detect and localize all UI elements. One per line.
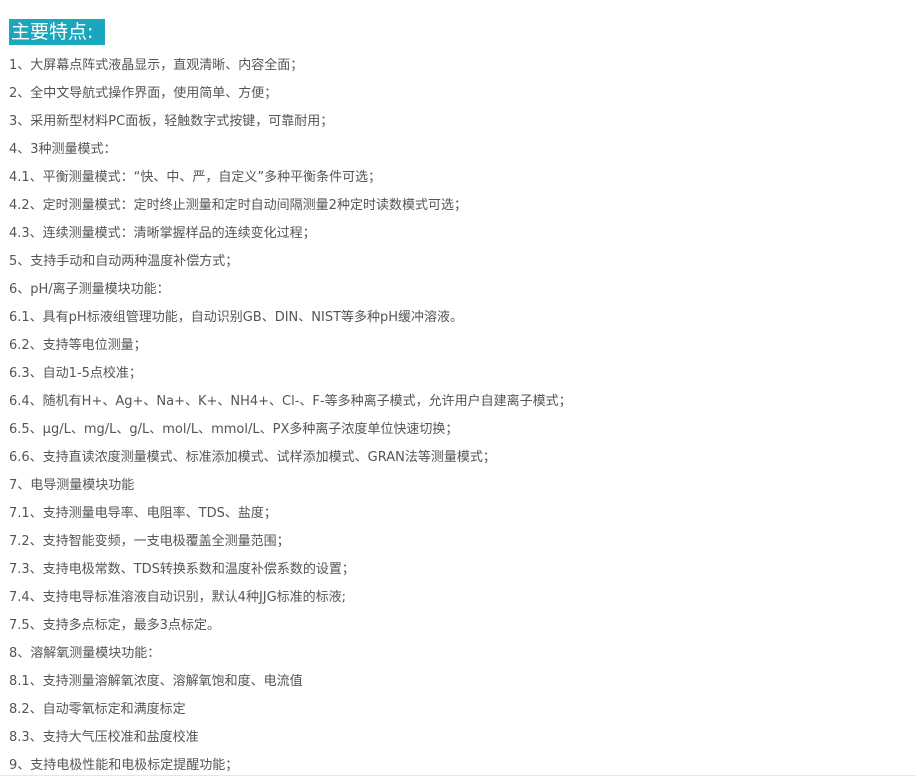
feature-item: 6.2、支持等电位测量； (9, 338, 147, 353)
feature-list: 1、大屏幕点阵式液晶显示，直观清晰、内容全面； 2、全中文导航式操作界面，使用简… (9, 52, 572, 780)
feature-item: 8、溶解氧测量模块功能： (9, 646, 161, 661)
feature-item: 8.2、自动零氧标定和满度标定 (9, 702, 186, 717)
feature-item: 4、3种测量模式： (9, 142, 117, 157)
feature-item: 7、电导测量模块功能 (9, 478, 135, 493)
feature-item: 7.3、支持电极常数、TDS转换系数和温度补偿系数的设置； (9, 562, 355, 577)
feature-item: 1、大屏幕点阵式液晶显示，直观清晰、内容全面； (9, 58, 304, 73)
feature-item: 7.2、支持智能变频，一支电极覆盖全测量范围； (9, 534, 290, 549)
feature-item: 6、pH/离子测量模块功能： (9, 282, 170, 297)
feature-item: 7.1、支持测量电导率、电阻率、TDS、盐度； (9, 506, 277, 521)
section-title: 主要特点: (9, 19, 106, 45)
feature-item: 6.6、支持直读浓度测量模式、标准添加模式、试样添加模式、GRAN法等测量模式； (9, 450, 496, 465)
feature-item: 6.4、随机有H+、Ag+、Na+、K+、NH4+、Cl-、F-等多种离子模式，… (9, 394, 572, 409)
feature-item: 5、支持手动和自动两种温度补偿方式； (9, 254, 239, 269)
feature-item: 8.3、支持大气压校准和盐度校准 (9, 730, 199, 745)
feature-item: 4.2、定时测量模式：定时终止测量和定时自动间隔测量2种定时读数模式可选； (9, 198, 467, 213)
feature-item: 6.3、自动1-5点校准； (9, 366, 142, 381)
feature-item: 8.1、支持测量溶解氧浓度、溶解氧饱和度、电流值 (9, 674, 303, 689)
feature-item: 7.5、支持多点标定，最多3点标定。 (9, 618, 220, 633)
feature-item: 4.1、平衡测量模式：“快、中、严，自定义”多种平衡条件可选； (9, 170, 382, 185)
feature-item: 6.1、具有pH标液组管理功能，自动识别GB、DIN、NIST等多种pH缓冲溶液… (9, 310, 464, 325)
feature-item: 7.4、支持电导标准溶液自动识别，默认4种JJG标准的标液; (9, 590, 347, 605)
feature-item: 2、全中文导航式操作界面，使用简单、方便； (9, 86, 278, 101)
feature-item: 3、采用新型材料PC面板，轻触数字式按键，可靠耐用； (9, 114, 334, 129)
feature-item: 6.5、µg/L、mg/L、g/L、mol/L、mmol/L、PX多种离子浓度单… (9, 422, 459, 437)
feature-item: 4.3、连续测量模式：清晰掌握样品的连续变化过程； (9, 226, 316, 241)
